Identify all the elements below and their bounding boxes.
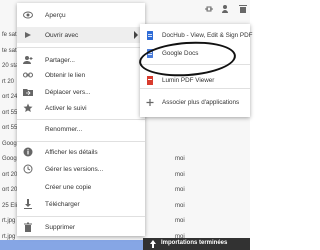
- file-name: ort 20: [2, 171, 18, 178]
- file-name: ort 55: [2, 109, 18, 116]
- submenu-item-plus[interactable]: Associer plus d'applications: [140, 94, 250, 111]
- link-icon: [23, 72, 33, 78]
- context-menu: Aperçu Ouvrir avec Partager... Obtenir le l…: [17, 3, 145, 236]
- menu-item-supprimer[interactable]: Supprimer: [17, 219, 145, 235]
- file-owner: moi: [175, 171, 185, 178]
- menu-item-creer-une-copie[interactable]: Créer une copie: [17, 179, 145, 195]
- open-with-icon: [25, 32, 31, 38]
- file-owner: moi: [175, 202, 185, 209]
- share-icon[interactable]: [221, 4, 231, 14]
- file-owner: moi: [175, 156, 185, 162]
- info-icon: [23, 147, 33, 157]
- menu-separator: [17, 216, 145, 217]
- menu-item-label: Partager...: [45, 56, 75, 64]
- menu-separator: [17, 119, 145, 120]
- menu-item-telecharger[interactable]: Télécharger: [17, 196, 145, 212]
- share-person-icon: [23, 56, 33, 64]
- file-name: rt 20: [2, 78, 15, 85]
- menu-item-label: Gérer les versions...: [45, 165, 104, 173]
- menu-item-label: Renommer...: [45, 125, 83, 133]
- menu-item-obtenir-le-lien[interactable]: Obtenir le lien: [17, 67, 145, 83]
- menu-item-label: Afficher les détails: [45, 148, 98, 156]
- menu-item-label: Ouvrir avec: [45, 31, 79, 39]
- dochub-icon: [147, 31, 153, 40]
- menu-separator: [17, 47, 145, 48]
- toast-label: Importations terminées: [161, 240, 228, 246]
- menu-item-label: Télécharger: [45, 200, 80, 208]
- menu-item-afficher-les-details[interactable]: Afficher les détails: [17, 144, 145, 160]
- eye-icon: [23, 11, 33, 19]
- menu-item-gerer-les-versions[interactable]: Gérer les versions...: [17, 161, 145, 177]
- menu-item-deplacer-vers[interactable]: Déplacer vers...: [17, 84, 145, 100]
- menu-item-label: Créer une copie: [45, 183, 92, 191]
- history-icon: [23, 164, 33, 174]
- submenu-item-label: Lumin PDF Viewer: [162, 77, 215, 84]
- menu-item-label: Aperçu: [45, 11, 66, 19]
- link-icon[interactable]: [204, 4, 214, 14]
- file-name: rt.jpg: [2, 233, 16, 240]
- file-name: te sat: [2, 47, 17, 54]
- menu-item-label: Déplacer vers...: [45, 88, 91, 96]
- menu-item-label: Supprimer: [45, 223, 75, 231]
- file-name: ort 55: [2, 125, 18, 131]
- file-name: 20 sta: [2, 63, 19, 69]
- menu-item-partager[interactable]: Partager...: [17, 52, 145, 68]
- upload-arrow-icon: [150, 240, 156, 248]
- menu-item-ouvrir-avec[interactable]: Ouvrir avec: [17, 27, 145, 43]
- trash-icon[interactable]: [238, 4, 248, 14]
- top-toolbar: [204, 4, 248, 14]
- file-owner: moi: [175, 218, 185, 224]
- selected-row-bar: [0, 240, 143, 250]
- menu-item-label: Obtenir le lien: [45, 71, 86, 79]
- file-name: ort 24: [2, 94, 18, 100]
- menu-item-apercu[interactable]: Aperçu: [17, 7, 145, 23]
- download-icon: [24, 199, 32, 209]
- trash-icon: [24, 222, 32, 232]
- menu-item-activer-le-suivi[interactable]: Activer le suivi: [17, 100, 145, 116]
- star-icon: [23, 103, 33, 112]
- file-name: ort 20: [2, 187, 18, 193]
- import-toast: Importations terminées: [143, 238, 250, 250]
- file-name: rt.jpg: [2, 218, 16, 224]
- folder-move-icon: [23, 89, 33, 96]
- submenu-item-label: Associer plus d'applications: [162, 99, 240, 106]
- submenu-arrow-icon: [134, 31, 138, 39]
- menu-item-label: Activer le suivi: [45, 104, 87, 112]
- menu-item-renommer[interactable]: Renommer...: [17, 121, 145, 137]
- plus-icon: [146, 99, 154, 106]
- lumin-pdf-icon: [147, 76, 153, 85]
- file-name: fe sat: [2, 32, 17, 38]
- file-owner: moi: [175, 187, 185, 193]
- menu-separator: [17, 141, 145, 142]
- submenu-item-label: DocHub - View, Edit & Sign PDF: [162, 32, 253, 39]
